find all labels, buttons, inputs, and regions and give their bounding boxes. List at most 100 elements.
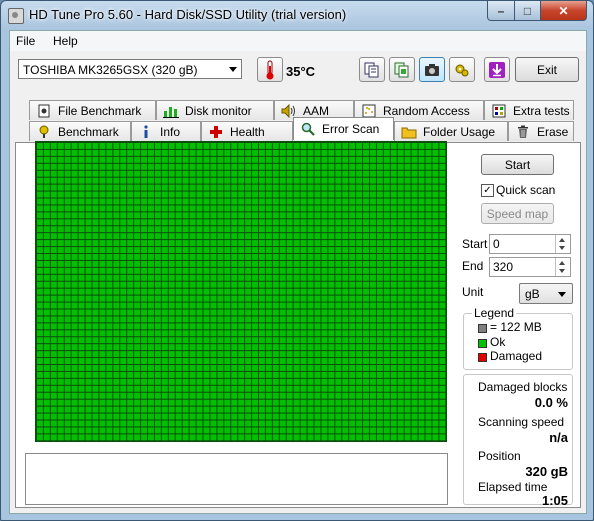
tab-label: AAM bbox=[303, 103, 330, 118]
file-benchmark-icon bbox=[36, 104, 52, 118]
copy-all-button[interactable] bbox=[389, 57, 415, 82]
scanning-speed-value: n/a bbox=[549, 430, 568, 445]
client-area: File Help TOSHIBA MK3265GSX (320 gB) 35°… bbox=[9, 30, 587, 514]
elapsed-time-label: Elapsed time bbox=[478, 480, 548, 494]
tab-label: File Benchmark bbox=[58, 103, 142, 118]
start-label: Start bbox=[462, 237, 488, 251]
start-scan-button[interactable]: Start bbox=[481, 154, 554, 175]
menu-bar: File Help bbox=[10, 31, 586, 51]
tab-health[interactable]: Health bbox=[201, 121, 293, 141]
health-icon bbox=[208, 125, 224, 139]
unit-select[interactable]: gB bbox=[519, 283, 573, 304]
legend-damaged-label: Damaged bbox=[490, 349, 543, 363]
legend-block-swatch bbox=[478, 324, 487, 333]
menu-help[interactable]: Help bbox=[53, 34, 78, 48]
tab-label: Erase bbox=[537, 124, 569, 139]
gear-icon bbox=[455, 64, 469, 76]
speaker-icon bbox=[281, 103, 297, 118]
temperature-value: 35°C bbox=[286, 64, 316, 79]
tab-disk-monitor[interactable]: Disk monitor bbox=[156, 100, 274, 120]
end-label: End bbox=[462, 259, 484, 273]
tab-error-scan[interactable]: Error Scan bbox=[293, 117, 394, 140]
info-icon bbox=[138, 124, 154, 139]
scanning-speed-label: Scanning speed bbox=[478, 415, 565, 429]
tab-label: Error Scan bbox=[322, 122, 380, 136]
tab-benchmark[interactable]: Benchmark bbox=[29, 121, 131, 141]
thermometer-icon bbox=[266, 60, 274, 79]
copy-all-icon bbox=[394, 62, 409, 77]
legend-group: Legend = 122 MB Ok Damaged bbox=[463, 306, 573, 370]
spin-down-icon bbox=[559, 269, 565, 273]
legend-block-size: = 122 MB bbox=[490, 320, 542, 334]
tab-label: Info bbox=[160, 124, 181, 139]
spin-up-icon bbox=[559, 261, 565, 265]
folder-icon bbox=[401, 125, 417, 139]
chevron-down-icon bbox=[558, 292, 566, 297]
unit-label: Unit bbox=[462, 285, 484, 299]
app-icon[interactable] bbox=[8, 8, 24, 24]
legend-ok-label: Ok bbox=[490, 335, 506, 349]
copy-text-button[interactable] bbox=[359, 57, 385, 82]
title-bar[interactable]: HD Tune Pro 5.60 - Hard Disk/SSD Utility… bbox=[1, 1, 593, 29]
scan-block-map bbox=[35, 141, 447, 442]
camera-icon bbox=[425, 63, 439, 76]
position-label: Position bbox=[478, 449, 521, 463]
tab-extra-tests[interactable]: Extra tests bbox=[484, 100, 574, 120]
start-spinner[interactable] bbox=[555, 235, 570, 253]
legend-damaged-swatch bbox=[478, 353, 487, 362]
unit-value: gB bbox=[525, 287, 540, 301]
random-access-icon bbox=[361, 104, 377, 118]
close-button[interactable]: ✕ bbox=[540, 1, 587, 21]
tab-file-benchmark[interactable]: File Benchmark bbox=[29, 100, 156, 120]
save-button[interactable] bbox=[484, 57, 510, 82]
copy-icon bbox=[364, 62, 379, 77]
end-value: 320 bbox=[493, 260, 514, 274]
chevron-down-icon bbox=[229, 67, 237, 72]
temperature-button[interactable] bbox=[257, 57, 283, 82]
legend-title: Legend bbox=[472, 306, 517, 320]
start-input[interactable]: 0 bbox=[489, 234, 571, 254]
tab-erase[interactable]: Erase bbox=[508, 121, 574, 141]
spin-down-icon bbox=[559, 246, 565, 250]
spin-up-icon bbox=[559, 238, 565, 242]
end-input[interactable]: 320 bbox=[489, 257, 571, 277]
app-window: HD Tune Pro 5.60 - Hard Disk/SSD Utility… bbox=[0, 0, 594, 521]
window-title: HD Tune Pro 5.60 - Hard Disk/SSD Utility… bbox=[29, 7, 347, 22]
trash-icon bbox=[515, 125, 531, 139]
extra-tests-icon bbox=[491, 104, 507, 118]
speed-map-button[interactable]: Speed map bbox=[481, 203, 554, 224]
start-value: 0 bbox=[493, 237, 500, 251]
menu-file[interactable]: File bbox=[16, 34, 35, 48]
maximize-button[interactable]: □ bbox=[514, 1, 541, 21]
options-button[interactable] bbox=[449, 57, 475, 82]
minimize-button[interactable]: – bbox=[487, 1, 515, 21]
checkmark-icon: ✓ bbox=[483, 185, 492, 196]
quick-scan-label: Quick scan bbox=[496, 183, 556, 197]
tab-info[interactable]: Info bbox=[131, 121, 201, 141]
exit-button[interactable]: Exit bbox=[515, 57, 579, 82]
end-spinner[interactable] bbox=[555, 258, 570, 276]
maximize-icon: □ bbox=[523, 3, 532, 18]
stats-group: Damaged blocks 0.0 % Scanning speed n/a … bbox=[463, 374, 573, 508]
drive-select[interactable]: TOSHIBA MK3265GSX (320 gB) bbox=[18, 59, 242, 79]
benchmark-icon bbox=[36, 125, 52, 139]
error-scan-panel: Start ✓ Quick scan Speed map Start 0 End… bbox=[15, 141, 581, 508]
position-value: 320 gB bbox=[525, 464, 568, 479]
tab-row-bottom: Benchmark Info Health Error Scan Folder … bbox=[10, 117, 586, 142]
elapsed-time-value: 1:05 bbox=[541, 493, 568, 508]
tab-label: Benchmark bbox=[58, 124, 119, 139]
minimize-icon: – bbox=[497, 3, 505, 18]
tab-label: Folder Usage bbox=[423, 124, 496, 139]
tab-folder-usage[interactable]: Folder Usage bbox=[394, 121, 508, 141]
quick-scan-checkbox[interactable]: ✓ bbox=[481, 184, 494, 197]
toolbar: TOSHIBA MK3265GSX (320 gB) 35°C Exit bbox=[10, 52, 586, 92]
tab-label: Random Access bbox=[383, 103, 470, 118]
scan-log-box bbox=[25, 453, 448, 505]
damaged-blocks-value: 0.0 % bbox=[534, 395, 568, 410]
tab-label: Health bbox=[230, 124, 265, 139]
tab-label: Extra tests bbox=[513, 103, 570, 118]
tab-label: Disk monitor bbox=[185, 103, 252, 118]
screenshot-button[interactable] bbox=[419, 57, 445, 82]
disk-monitor-icon bbox=[163, 104, 179, 118]
drive-select-value: TOSHIBA MK3265GSX (320 gB) bbox=[23, 63, 198, 77]
